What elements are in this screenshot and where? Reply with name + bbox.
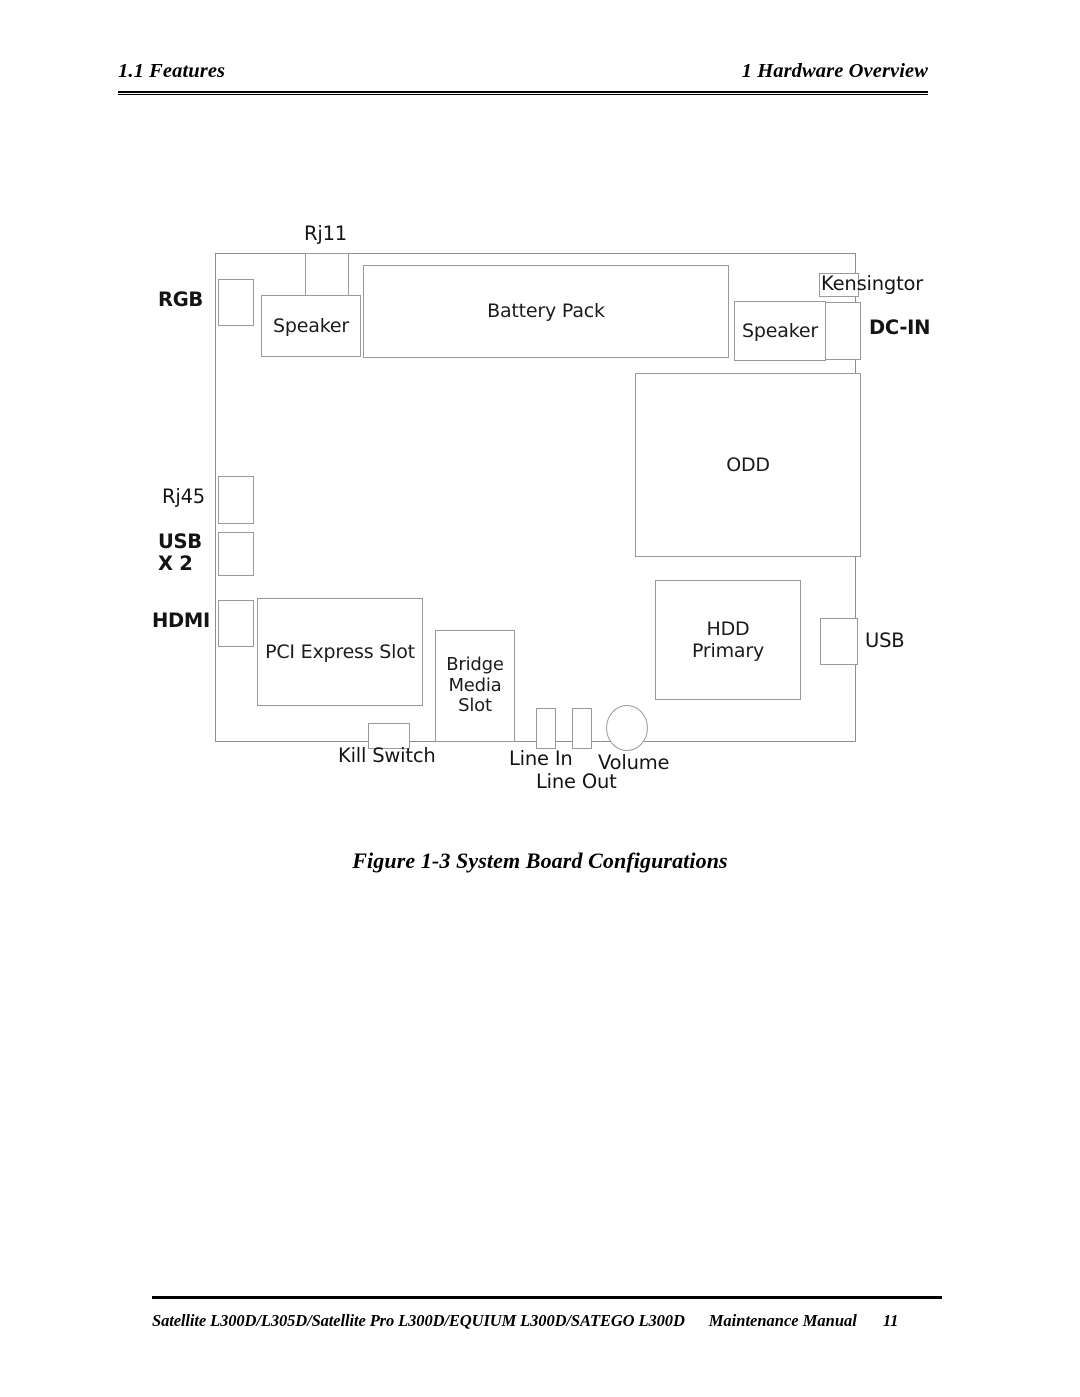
hdmi-connector-box	[218, 600, 254, 647]
usb-right-label: USB	[865, 629, 905, 652]
hdd-primary-box: HDD Primary	[655, 580, 801, 700]
dc-in-label: DC-IN	[869, 316, 931, 339]
rgb-label: RGB	[158, 288, 203, 311]
battery-pack-label: Battery Pack	[487, 300, 605, 323]
speaker-left-box: Speaker	[261, 295, 361, 357]
footer-divider-rule	[152, 1296, 942, 1299]
rgb-connector-box	[218, 279, 254, 326]
dc-in-connector-box	[825, 302, 861, 360]
usb-right-connector-box	[820, 618, 858, 665]
usb-left-connector-box	[218, 532, 254, 576]
hdmi-label: HDMI	[152, 609, 210, 632]
rj45-connector-box	[218, 476, 254, 524]
line-out-label: Line Out	[536, 770, 617, 793]
footer-manual-title: Maintenance Manual	[708, 1311, 857, 1330]
volume-knob	[606, 705, 648, 751]
odd-box: ODD	[635, 373, 861, 557]
odd-label: ODD	[726, 453, 770, 476]
footer-page-number: 11	[882, 1311, 899, 1330]
figure-caption: Figure 1-3 System Board Configurations	[352, 848, 728, 873]
figure-block: Rj11 Speaker Battery Pack Speaker RGB Rj…	[0, 0, 1080, 900]
pci-express-slot-box: PCI Express Slot	[257, 598, 423, 706]
line-in-label: Line In	[509, 747, 573, 770]
kensington-label: Kensingtor	[821, 272, 924, 295]
kill-switch-label: Kill Switch	[338, 744, 436, 767]
rj11-label: Rj11	[304, 222, 347, 245]
footer-model-list: Satellite L300D/L305D/Satellite Pro L300…	[152, 1311, 685, 1330]
hdd-primary-label: HDD Primary	[691, 617, 765, 662]
speaker-right-label: Speaker	[742, 319, 818, 342]
line-out-jack-box	[572, 708, 592, 749]
pci-express-slot-label: PCI Express Slot	[265, 640, 415, 663]
footer-row: Satellite L300D/L305D/Satellite Pro L300…	[152, 1311, 942, 1331]
bridge-media-slot-box: Bridge Media Slot	[435, 630, 515, 742]
speaker-right-box: Speaker	[734, 301, 826, 361]
volume-label: Volume	[598, 751, 670, 774]
bridge-media-slot-label: Bridge Media Slot	[446, 653, 504, 717]
usb-left-label: USB X 2	[158, 530, 202, 575]
battery-pack-box: Battery Pack	[363, 265, 729, 358]
rj45-label: Rj45	[162, 485, 205, 508]
speaker-left-label: Speaker	[273, 314, 349, 337]
rj11-connector-box	[305, 253, 349, 300]
system-board-diagram: Rj11 Speaker Battery Pack Speaker RGB Rj…	[140, 205, 940, 805]
line-in-jack-box	[536, 708, 556, 749]
